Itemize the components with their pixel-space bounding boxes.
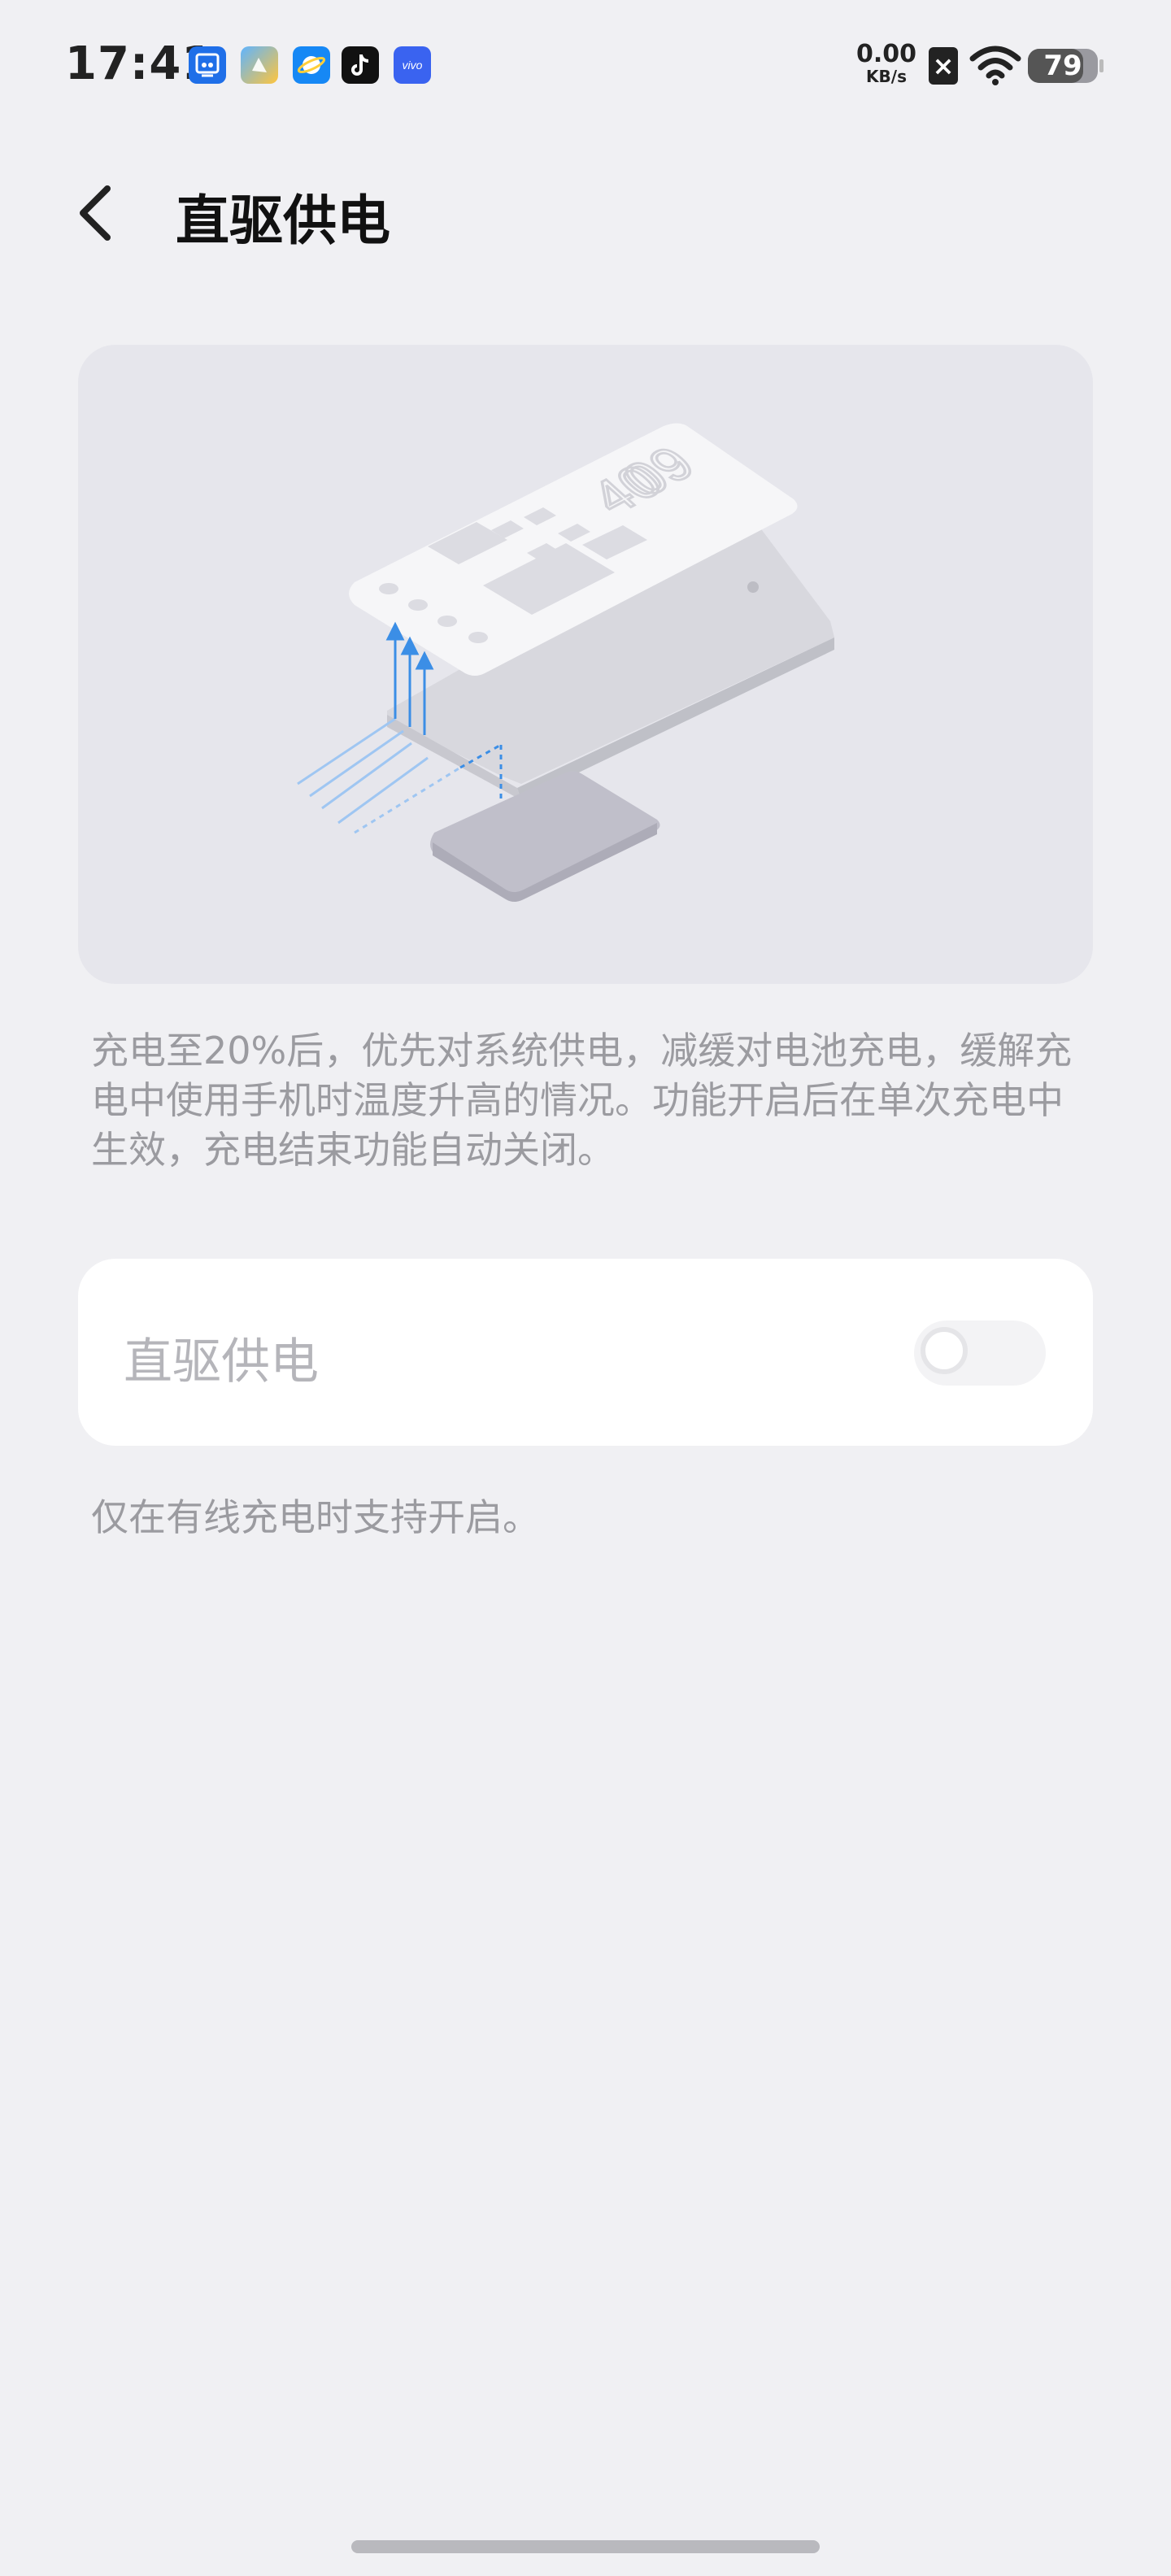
browser-app-icon xyxy=(293,46,330,84)
tiktok-icon xyxy=(342,46,379,84)
battery-indicator: 79 xyxy=(1028,49,1104,83)
wifi-icon xyxy=(969,44,1021,86)
direct-power-illustration: 09 40 xyxy=(297,423,834,902)
network-speed: 0.00 KB/s xyxy=(855,40,917,86)
feature-description: 充电至20%后，优先对系统供电，减缓对电池充电，缓解充电中使用手机时温度升高的情… xyxy=(91,1029,1073,1172)
scissors-app-icon xyxy=(189,46,226,84)
vivo-icon: vivo xyxy=(394,46,431,84)
home-indicator[interactable] xyxy=(351,2540,820,2553)
page-title: 直驱供电 xyxy=(176,189,390,252)
battery-level: 79 xyxy=(1043,50,1082,82)
illustration-card: 09 40 xyxy=(78,345,1093,984)
toggle-knob xyxy=(921,1327,968,1374)
direct-power-label: 直驱供电 xyxy=(124,1334,319,1390)
wired-charging-note: 仅在有线充电时支持开启。 xyxy=(91,1495,540,1539)
direct-power-setting-card: 直驱供电 xyxy=(78,1259,1093,1446)
status-bar: 17:41 vivo 0.00 KB/s × 79 xyxy=(0,0,1171,130)
gallery-app-icon xyxy=(241,46,278,84)
chevron-left-icon xyxy=(80,185,111,241)
no-sim-icon: × xyxy=(929,47,958,85)
back-button[interactable] xyxy=(67,181,124,246)
direct-power-toggle[interactable] xyxy=(914,1321,1046,1386)
